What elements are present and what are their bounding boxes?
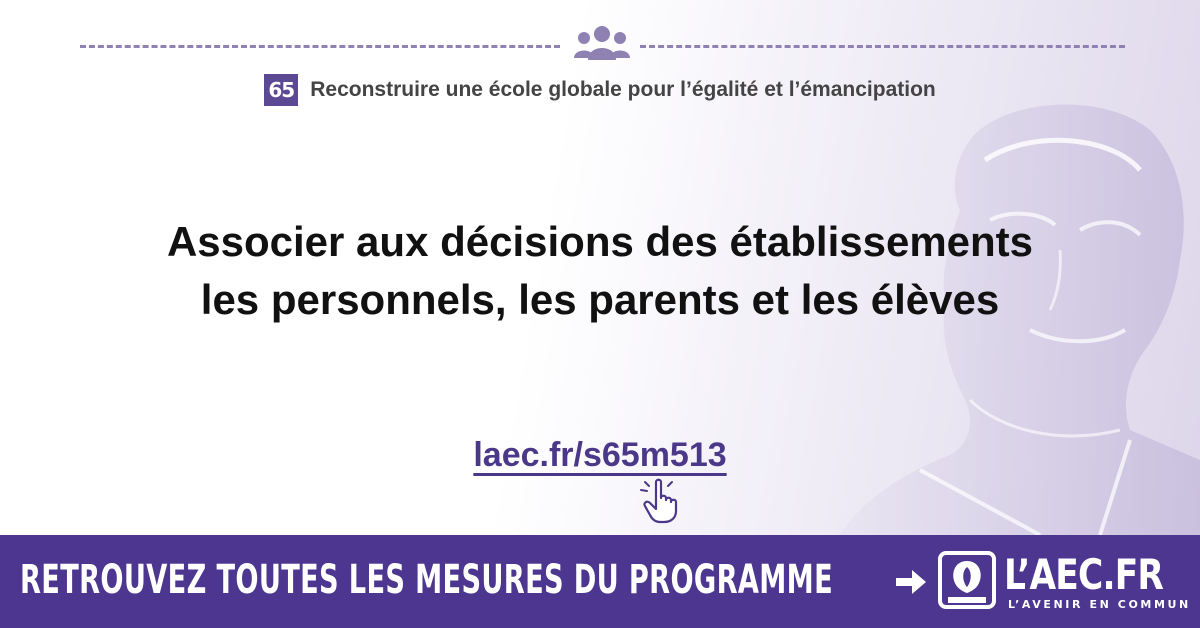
dashed-rule-right xyxy=(640,45,1125,48)
headline-line-1: Associer aux décisions des établissement… xyxy=(166,218,1034,265)
banner-text[interactable]: RETROUVEZ TOUTES LES MESURES DU PROGRAMM… xyxy=(20,557,833,603)
chapter-heading: 65 Reconstruire une école globale pour l… xyxy=(0,73,1200,107)
measure-link-container: laec.fr/s65m513 xyxy=(0,436,1200,475)
chapter-number-badge: 65 xyxy=(264,74,299,106)
headline-line-2: les personnels, les parents et les élève… xyxy=(200,276,1000,323)
measure-link[interactable]: laec.fr/s65m513 xyxy=(473,436,726,475)
arrow-right-icon xyxy=(896,570,926,594)
dashed-rule-left xyxy=(80,45,560,48)
chapter-title: Reconstruire une école globale pour l’ég… xyxy=(310,78,936,101)
people-icon xyxy=(574,26,630,60)
measure-headline: Associer aux décisions des établissement… xyxy=(60,213,1140,329)
hand-pointer-icon xyxy=(640,478,678,524)
laec-logo-mark xyxy=(938,551,996,609)
hero-area: 65 Reconstruire une école globale pour l… xyxy=(0,0,1200,535)
laec-logo-text[interactable]: L’AEC.FR xyxy=(1004,550,1164,599)
laec-logo-tagline: L’AVENIR EN COMMUN xyxy=(1008,598,1191,611)
